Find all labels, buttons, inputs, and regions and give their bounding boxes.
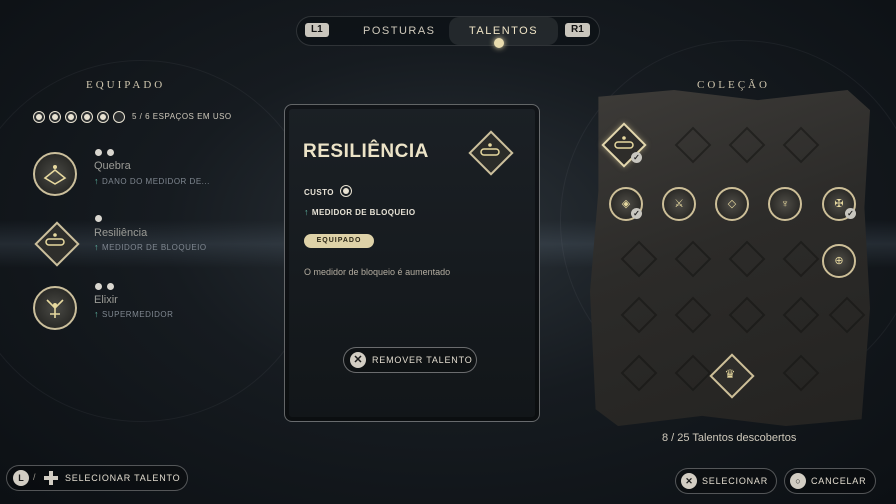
- cost-indicator: [340, 185, 352, 197]
- remove-talent-button[interactable]: ✕ REMOVER TALENTO: [343, 347, 477, 373]
- talent-title: RESILIÊNCIA: [303, 141, 429, 162]
- slot-used: [81, 111, 93, 123]
- select-label: SELECIONAR: [702, 476, 769, 486]
- slot-used: [49, 111, 61, 123]
- cost-label: CUSTO: [304, 188, 334, 197]
- effect-text: MEDIDOR DE BLOQUEIO: [311, 208, 416, 217]
- equipped-item-effect: ↑ DANO DO MEDIDOR DE...: [94, 176, 210, 186]
- equipped-item-name: Resiliência: [94, 227, 148, 239]
- effect-arrow-icon: ↑: [304, 207, 309, 217]
- equipped-status-badge: EQUIPADO: [304, 234, 374, 248]
- equipped-item-name: Quebra: [94, 160, 131, 172]
- quebra-icon: [33, 152, 77, 196]
- circle-button-icon: ○: [790, 473, 806, 489]
- equipped-item-effect: ↑ SUPERMEDIDOR: [94, 309, 173, 319]
- collection-talent-icon-3[interactable]: ◇: [715, 187, 749, 221]
- cost-dot: [107, 149, 114, 156]
- separator-slash: /: [33, 472, 36, 482]
- slot-used: [97, 111, 109, 123]
- flame-icon: ♆: [780, 198, 790, 210]
- equipped-item-effect: ↑ MEDIDOR DE BLOQUEIO: [94, 242, 207, 252]
- equipped-check-icon: ✓: [845, 208, 856, 219]
- effect-arrow-icon: ↑: [94, 309, 99, 319]
- cancel-prompt[interactable]: ○ CANCELAR: [784, 468, 876, 494]
- cross-button-icon: ✕: [681, 473, 697, 489]
- crown-icon: ♛: [724, 367, 736, 381]
- slots-in-use-text: 5 / 6 ESPAÇOS EM USO: [132, 112, 232, 121]
- l1-button[interactable]: L1: [305, 23, 329, 37]
- effect-text: DANO DO MEDIDOR DE...: [102, 177, 210, 186]
- effect-arrow-icon: ↑: [94, 242, 99, 252]
- cancel-label: CANCELAR: [811, 476, 867, 486]
- cross-button-icon: ✕: [350, 352, 366, 368]
- rhombus-icon: ◇: [727, 198, 737, 210]
- cost-dot: [95, 149, 102, 156]
- target-icon: ⊕: [834, 255, 844, 267]
- talents-discovered-count: 8 / 25 Talentos descobertos: [662, 432, 797, 444]
- effect-arrow-icon: ↑: [94, 176, 99, 186]
- equipped-item-name: Elixir: [94, 294, 118, 306]
- active-tab-indicator: [494, 38, 504, 48]
- slot-empty: [113, 111, 125, 123]
- slot-used: [33, 111, 45, 123]
- effect-text: SUPERMEDIDOR: [102, 310, 174, 319]
- equipped-check-icon: ✓: [631, 152, 642, 163]
- dpad-icon: [43, 470, 59, 486]
- collection-title: COLEÇÃO: [697, 79, 770, 91]
- resiliencia-icon: [33, 220, 80, 267]
- effect-text: MEDIDOR DE BLOQUEIO: [102, 243, 207, 252]
- left-stick-icon: L: [13, 470, 29, 486]
- select-talent-prompt[interactable]: L / SELECIONAR TALENTO: [6, 465, 188, 491]
- talent-detail-card: RESILIÊNCIA CUSTO ↑ MEDIDOR DE BLOQUEIO E…: [284, 104, 540, 422]
- r1-button[interactable]: R1: [565, 23, 590, 37]
- equipped-title: EQUIPADO: [86, 79, 166, 91]
- cost-dot: [95, 215, 102, 222]
- collection-talent-icon-2[interactable]: ⚔: [662, 187, 696, 221]
- equipped-check-icon: ✓: [631, 208, 642, 219]
- elixir-icon: [33, 286, 77, 330]
- cost-dot: [107, 283, 114, 290]
- tab-posturas[interactable]: POSTURAS: [363, 17, 436, 45]
- select-prompt[interactable]: ✕ SELECIONAR: [675, 468, 777, 494]
- collection-talent-icon-6[interactable]: ⊕: [822, 244, 856, 278]
- select-talent-label: SELECIONAR TALENTO: [65, 473, 181, 483]
- talent-effect: ↑ MEDIDOR DE BLOQUEIO: [304, 207, 416, 217]
- slot-used: [65, 111, 77, 123]
- tab-bar: L1 POSTURAS TALENTOS R1: [296, 16, 600, 46]
- talent-description: O medidor de bloqueio é aumentado: [304, 267, 451, 277]
- cost-dot: [95, 283, 102, 290]
- collection-talent-icon-4[interactable]: ♆: [768, 187, 802, 221]
- remove-talent-label: REMOVER TALENTO: [372, 355, 473, 365]
- sword-icon: ⚔: [674, 198, 684, 210]
